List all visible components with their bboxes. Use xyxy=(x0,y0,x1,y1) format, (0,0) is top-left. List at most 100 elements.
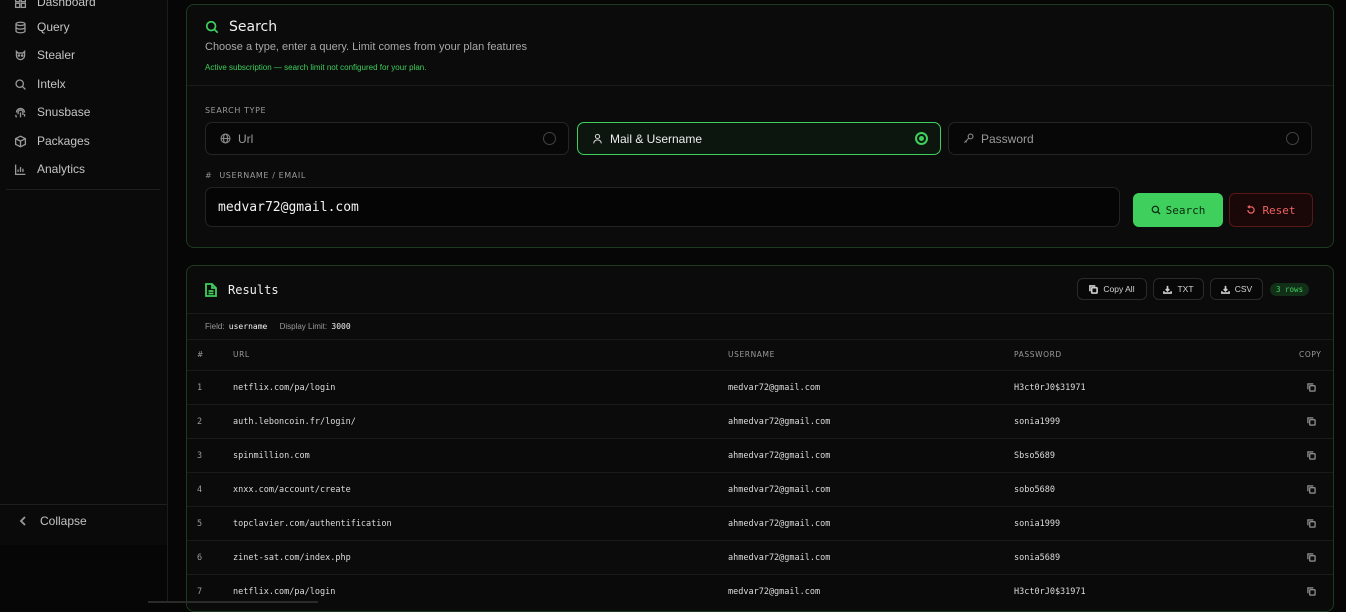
txt-button[interactable]: TXT xyxy=(1153,278,1204,300)
results-title-text: Results xyxy=(228,283,279,297)
cell-password: Sbso5689 xyxy=(1014,451,1055,461)
cell-password: sonia5689 xyxy=(1014,553,1061,563)
sidebar-divider xyxy=(6,189,160,190)
reset-button[interactable]: Reset xyxy=(1229,193,1313,227)
cell-url: topclavier.com/authentification xyxy=(233,519,392,529)
copy-all-label: Copy All xyxy=(1103,284,1135,294)
user-icon xyxy=(593,133,602,144)
table-row: 4 xnxx.com/account/create ahmedvar72@gma… xyxy=(187,472,1333,506)
copy-all-button[interactable]: Copy All xyxy=(1077,278,1147,300)
cell-url: zinet-sat.com/index.php xyxy=(233,553,351,563)
cell-password: sonia1999 xyxy=(1014,417,1061,427)
cell-password: sobo5680 xyxy=(1014,485,1055,495)
copy-icon[interactable] xyxy=(1307,451,1316,460)
sidebar-item-snusbase[interactable]: Snusbase xyxy=(14,101,164,123)
sidebar-border xyxy=(167,545,168,603)
search-button[interactable]: Search xyxy=(1133,193,1223,227)
dashboard-icon xyxy=(14,0,27,8)
copy-icon[interactable] xyxy=(1307,553,1316,562)
cell-url: auth.leboncoin.fr/login/ xyxy=(233,417,356,427)
table-row: 6 zinet-sat.com/index.php ahmedvar72@gma… xyxy=(187,540,1333,574)
field-label-text: USERNAME / EMAIL xyxy=(219,171,306,180)
cell-username: ahmedvar72@gmail.com xyxy=(728,485,831,495)
copy-icon[interactable] xyxy=(1307,417,1316,426)
type-option-label: Mail & Username xyxy=(610,131,703,146)
search-icon xyxy=(205,20,219,34)
cell-username: ahmedvar72@gmail.com xyxy=(728,519,831,529)
query-input[interactable] xyxy=(205,187,1120,227)
radio-button[interactable] xyxy=(1286,132,1299,145)
reset-button-label: Reset xyxy=(1262,203,1296,217)
csv-button[interactable]: CSV xyxy=(1210,278,1263,300)
download-icon xyxy=(1163,285,1173,294)
sidebar: Dashboard Query Stealer Intelx Snusbase … xyxy=(0,0,168,545)
results-card: Results Copy All TXT CSV 3 rows Field: u… xyxy=(186,265,1334,612)
search-title-text: Search xyxy=(229,19,278,35)
rows-badge: 3 rows xyxy=(1270,283,1310,296)
radio-button[interactable] xyxy=(543,132,556,145)
chevron-left-icon xyxy=(19,516,26,526)
sidebar-item-analytics[interactable]: Analytics xyxy=(14,158,164,180)
cell-username: medvar72@gmail.com xyxy=(728,383,821,393)
cell-username: ahmedvar72@gmail.com xyxy=(728,451,831,461)
table-row: 5 topclavier.com/authentification ahmedv… xyxy=(187,506,1333,540)
limit-meta-value: 3000 xyxy=(331,322,351,331)
copy-icon xyxy=(1089,284,1099,294)
sidebar-item-packages[interactable]: Packages xyxy=(14,130,164,152)
sidebar-item-label: Snusbase xyxy=(37,105,91,119)
sidebar-item-stealer[interactable]: Stealer xyxy=(14,44,164,66)
cell-index: 1 xyxy=(197,383,203,393)
radio-button-checked[interactable] xyxy=(915,132,928,145)
cell-url: netflix.com/pa/login xyxy=(233,587,336,597)
table-row: 2 auth.leboncoin.fr/login/ ahmedvar72@gm… xyxy=(187,404,1333,438)
table-row: 1 netflix.com/pa/login medvar72@gmail.co… xyxy=(187,370,1333,404)
divider xyxy=(187,313,1333,314)
field-label: # USERNAME / EMAIL xyxy=(205,171,306,180)
copy-icon[interactable] xyxy=(1307,587,1316,596)
cell-index: 5 xyxy=(197,519,203,529)
copy-icon[interactable] xyxy=(1307,519,1316,528)
sidebar-item-dashboard[interactable]: Dashboard xyxy=(14,0,164,13)
column-header-url: URL xyxy=(233,350,250,359)
type-option-password[interactable]: Password xyxy=(948,122,1312,155)
cell-index: 3 xyxy=(197,451,203,461)
sidebar-item-label: Stealer xyxy=(37,48,76,62)
database-icon xyxy=(15,21,26,33)
cell-index: 4 xyxy=(197,485,203,495)
column-header-index: # xyxy=(197,350,204,359)
sidebar-item-label: Analytics xyxy=(37,162,86,176)
type-option-url[interactable]: Url xyxy=(205,122,569,155)
search-type-label: SEARCH TYPE xyxy=(205,106,267,115)
document-icon xyxy=(205,283,217,297)
type-option-mail-username[interactable]: Mail & Username xyxy=(577,122,941,155)
search-subtitle: Choose a type, enter a query. Limit come… xyxy=(205,41,528,53)
column-header-username: USERNAME xyxy=(728,350,775,359)
sidebar-item-query[interactable]: Query xyxy=(14,16,164,38)
field-meta-label: Field: xyxy=(205,322,225,331)
sidebar-divider xyxy=(0,504,167,505)
reset-icon xyxy=(1247,205,1256,214)
cell-password: H3ct0rJ0$31971 xyxy=(1014,587,1086,597)
copy-icon[interactable] xyxy=(1307,485,1316,494)
search-icon xyxy=(1151,205,1161,215)
cell-password: sonia1999 xyxy=(1014,519,1061,529)
limit-meta-label: Display Limit: xyxy=(279,322,328,331)
field-meta-value: username xyxy=(228,322,268,331)
column-header-copy: COPY xyxy=(1299,350,1322,359)
sidebar-item-label: Query xyxy=(37,20,70,34)
cell-url: xnxx.com/account/create xyxy=(233,485,351,495)
collapse-label: Collapse xyxy=(40,514,87,528)
sidebar-item-intelx[interactable]: Intelx xyxy=(14,73,164,95)
hash-icon: # xyxy=(205,171,213,180)
cell-username: ahmedvar72@gmail.com xyxy=(728,553,831,563)
search-icon xyxy=(15,78,26,90)
globe-icon xyxy=(220,133,231,144)
package-icon xyxy=(14,134,27,148)
type-option-label: Password xyxy=(981,131,1034,146)
copy-icon[interactable] xyxy=(1307,383,1316,392)
collapse-button[interactable]: Collapse xyxy=(18,514,87,528)
sidebar-item-label: Packages xyxy=(37,134,90,148)
cell-password: H3ct0rJ0$31971 xyxy=(1014,383,1086,393)
table-row: 3 spinmillion.com ahmedvar72@gmail.com S… xyxy=(187,438,1333,472)
divider xyxy=(187,339,1333,340)
